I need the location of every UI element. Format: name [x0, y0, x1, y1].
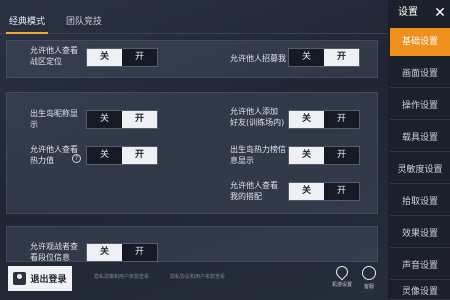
- sidebar-item-graphics[interactable]: 画面设置: [390, 60, 450, 88]
- sidebar-item-sensitivity[interactable]: 灵敏度设置: [390, 156, 450, 184]
- tab-classic-mode[interactable]: 经典模式: [6, 10, 48, 34]
- location-pin-icon: [333, 263, 351, 281]
- toggle-heat-ranking[interactable]: 关 开: [288, 146, 360, 165]
- setting-label-heat-ranking: 出生岛热力榜信 息显示: [230, 145, 286, 165]
- close-icon[interactable]: ✕: [430, 3, 450, 23]
- active-tab-indicator: [6, 32, 48, 34]
- sidebar-item-vehicle[interactable]: 载具设置: [390, 124, 450, 152]
- toggle-on-option[interactable]: 开: [122, 244, 157, 261]
- sidebar-item-sound[interactable]: 声音设置: [390, 252, 450, 280]
- tab-team-deathmatch[interactable]: 团队竞技: [58, 10, 110, 34]
- toggle-allow-recruit[interactable]: 关 开: [288, 48, 360, 67]
- tabs-divider: [0, 33, 388, 34]
- sidebar-item-effects[interactable]: 效果设置: [390, 220, 450, 248]
- toggle-on-option[interactable]: 开: [324, 183, 359, 200]
- sidebar-item-basic[interactable]: 基础设置: [390, 28, 450, 56]
- toggle-off-option[interactable]: 关: [289, 147, 324, 164]
- toggle-allow-friend-add[interactable]: 关 开: [288, 110, 360, 129]
- toggle-show-location[interactable]: 关 开: [86, 48, 158, 67]
- sidebar-title: 设置: [398, 7, 418, 18]
- setting-label-allow-friend-add: 允许他人添加 好友(训练场内): [230, 107, 285, 127]
- toggle-on-option[interactable]: 开: [324, 111, 359, 128]
- logout-label: 退出登录: [30, 275, 67, 285]
- privacy-link-right[interactable]: 隐私协议和用户条款查看: [170, 273, 225, 280]
- toggle-off-option[interactable]: 关: [289, 49, 324, 66]
- toggle-spawn-nickname[interactable]: 关 开: [86, 110, 158, 129]
- toggle-view-outfit[interactable]: 关 开: [288, 182, 360, 201]
- mode-tabs: 经典模式 团队竞技: [0, 10, 388, 34]
- toggle-off-option[interactable]: 关: [87, 49, 122, 66]
- setting-label-allow-recruit: 允许他人招募我: [230, 54, 286, 63]
- toggle-off-option[interactable]: 关: [289, 183, 324, 200]
- toggle-off-option[interactable]: 关: [87, 111, 122, 128]
- headset-icon: [362, 266, 376, 280]
- sidebar-item-avatar[interactable]: 灵像设置: [390, 284, 450, 300]
- user-icon: [13, 272, 27, 285]
- toggle-on-option[interactable]: 开: [122, 111, 157, 128]
- toggle-on-option[interactable]: 开: [324, 49, 359, 66]
- toggle-view-heat[interactable]: 关 开: [86, 146, 158, 165]
- setting-label-view-outfit: 允许他人查看 我的搭配: [230, 181, 278, 201]
- setting-label-spawn-nickname: 出生岛昵称显 示: [30, 109, 78, 129]
- toggle-on-option[interactable]: 开: [122, 49, 157, 66]
- setting-label-show-location: 允许他人查看 战区定位: [30, 46, 78, 66]
- question-circle-icon[interactable]: ?: [72, 154, 81, 163]
- toggle-off-option[interactable]: 关: [289, 111, 324, 128]
- toggle-off-option[interactable]: 关: [87, 244, 122, 261]
- customer-service-label: 客服: [363, 284, 374, 290]
- sidebar-item-controls[interactable]: 操作设置: [390, 92, 450, 120]
- toggle-on-option[interactable]: 开: [324, 147, 359, 164]
- toggle-spectator-rank[interactable]: 关 开: [86, 243, 158, 262]
- toggle-on-option[interactable]: 开: [122, 147, 157, 164]
- setting-label-view-heat: 允许他人查看 热力值: [30, 145, 78, 165]
- customer-service-button[interactable]: 客服: [352, 266, 386, 296]
- logout-button[interactable]: 退出登录: [8, 266, 72, 291]
- sidebar-item-pickup[interactable]: 拾取设置: [390, 188, 450, 216]
- setting-label-spectator-rank: 允许观战者查 看段位信息: [30, 242, 78, 262]
- privacy-link-left[interactable]: 隐私政策和用户条款查看: [94, 273, 149, 280]
- toggle-off-option[interactable]: 关: [87, 147, 122, 164]
